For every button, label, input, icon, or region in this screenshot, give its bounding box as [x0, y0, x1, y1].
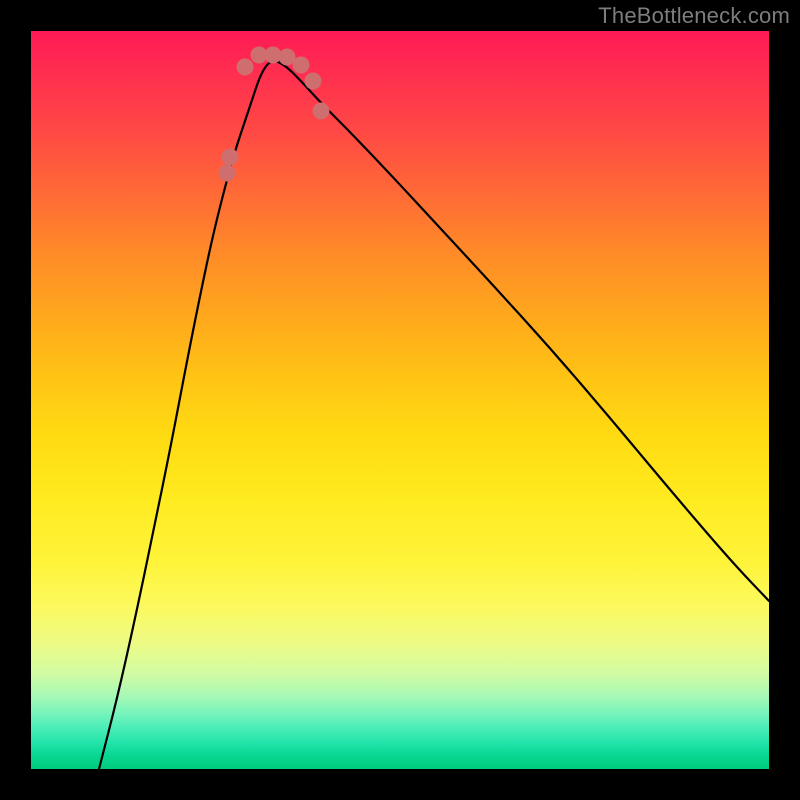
data-point-dot [219, 165, 236, 182]
data-point-dot [222, 149, 239, 166]
data-point-dot [305, 73, 322, 90]
dots-cluster [219, 47, 330, 182]
plot-area [31, 31, 769, 769]
chart-frame: TheBottleneck.com [0, 0, 800, 800]
bottleneck-curve [99, 61, 769, 769]
data-point-dot [237, 59, 254, 76]
curve-layer [31, 31, 769, 769]
watermark-text: TheBottleneck.com [598, 3, 790, 29]
data-point-dot [313, 103, 330, 120]
data-point-dot [293, 57, 310, 74]
